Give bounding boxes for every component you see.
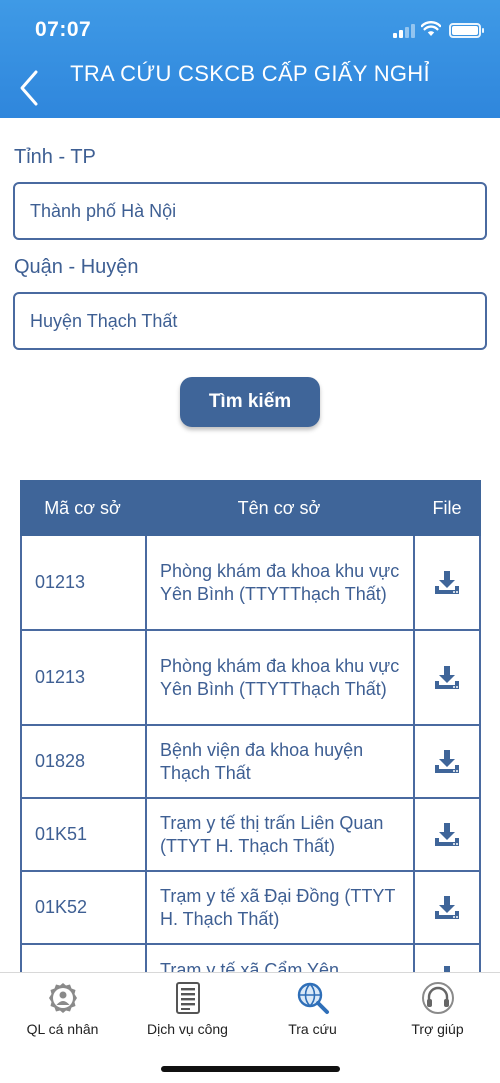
signal-icon bbox=[393, 24, 415, 38]
home-indicator bbox=[161, 1066, 340, 1072]
download-file-button[interactable] bbox=[415, 726, 479, 797]
download-icon bbox=[435, 895, 459, 919]
facility-name: Bệnh viện đa khoa huyện Thạch Thất bbox=[147, 726, 415, 797]
user-gear-icon bbox=[49, 983, 77, 1013]
download-file-button[interactable] bbox=[415, 945, 479, 972]
globe-search-icon bbox=[297, 982, 329, 1014]
app-header: 07:07 TRA CỨU CSKCB CẤP GIẤY NGHỈ bbox=[0, 0, 500, 118]
tab-help[interactable]: Trợ giúp bbox=[375, 973, 500, 1043]
status-time: 07:07 bbox=[35, 18, 92, 41]
tab-public-services-label: Dịch vụ công bbox=[147, 1021, 228, 1037]
table-row: 01K51 Trạm y tế thị trấn Liên Quan (TTYT … bbox=[20, 799, 481, 872]
tab-personal-label: QL cá nhân bbox=[26, 1021, 99, 1037]
download-file-button[interactable] bbox=[415, 536, 479, 629]
search-button[interactable]: Tìm kiếm bbox=[180, 377, 320, 427]
column-header-file: File bbox=[432, 498, 462, 518]
download-icon bbox=[444, 966, 450, 972]
battery-icon bbox=[449, 23, 484, 38]
facility-code bbox=[22, 945, 147, 972]
status-bar: 07:07 bbox=[0, 0, 500, 60]
table-row: 01213 Phòng khám đa khoa khu vực Yên Bình… bbox=[20, 536, 481, 631]
download-file-button[interactable] bbox=[415, 631, 479, 724]
column-header-name: Tên cơ sở bbox=[237, 498, 321, 518]
facility-name: Phòng khám đa khoa khu vực Yên Bình (TTY… bbox=[147, 631, 415, 724]
province-select[interactable]: Thành phố Hà Nội bbox=[13, 182, 487, 240]
column-header-code: Mã cơ sở bbox=[44, 498, 121, 518]
download-file-button[interactable] bbox=[415, 799, 479, 870]
facility-code: 01K51 bbox=[22, 799, 147, 870]
facility-name: Phòng khám đa khoa khu vực Yên Bình (TTY… bbox=[147, 536, 415, 629]
facility-code: 01213 bbox=[22, 631, 147, 724]
tab-lookup[interactable]: Tra cứu bbox=[250, 973, 375, 1043]
province-label: Tỉnh - TP bbox=[14, 146, 96, 168]
tab-public-services[interactable]: Dịch vụ công bbox=[125, 973, 250, 1043]
tab-lookup-label: Tra cứu bbox=[288, 1021, 337, 1037]
table-row: 01828 Bệnh viện đa khoa huyện Thạch Thất bbox=[20, 726, 481, 799]
download-icon bbox=[435, 822, 459, 846]
facility-name: Trạm y tế thị trấn Liên Quan (TTYT H. Th… bbox=[147, 799, 415, 870]
headset-icon bbox=[422, 982, 454, 1014]
district-label: Quận - Huyện bbox=[14, 256, 139, 278]
facility-code: 01213 bbox=[22, 536, 147, 629]
back-button[interactable] bbox=[16, 68, 46, 108]
facility-name: Trạm y tế xã Đại Đồng (TTYT H. Thạch Thấ… bbox=[147, 872, 415, 943]
table-row: 01213 Phòng khám đa khoa khu vực Yên Bình… bbox=[20, 631, 481, 726]
facility-code: 01K52 bbox=[22, 872, 147, 943]
table-header: Mã cơ sở Tên cơ sở File bbox=[20, 480, 481, 536]
tab-help-label: Trợ giúp bbox=[411, 1021, 464, 1037]
facility-code: 01828 bbox=[22, 726, 147, 797]
wifi-icon bbox=[421, 21, 441, 36]
download-icon bbox=[435, 749, 459, 773]
download-icon bbox=[435, 570, 459, 594]
table-row: 01K52 Trạm y tế xã Đại Đồng (TTYT H. Thạc… bbox=[20, 872, 481, 945]
tab-personal[interactable]: QL cá nhân bbox=[0, 973, 125, 1043]
district-select[interactable]: Huyện Thạch Thất bbox=[13, 292, 487, 350]
download-icon bbox=[435, 665, 459, 689]
facility-name: Trạm y tế xã Cẩm Yên bbox=[147, 945, 415, 972]
download-file-button[interactable] bbox=[415, 872, 479, 943]
facility-table: Mã cơ sở Tên cơ sở File 01213 Phòng khám … bbox=[20, 480, 481, 972]
document-icon bbox=[176, 982, 200, 1014]
table-row: Trạm y tế xã Cẩm Yên bbox=[20, 945, 481, 972]
page-title: TRA CỨU CSKCB CẤP GIẤY NGHỈ bbox=[70, 61, 430, 86]
